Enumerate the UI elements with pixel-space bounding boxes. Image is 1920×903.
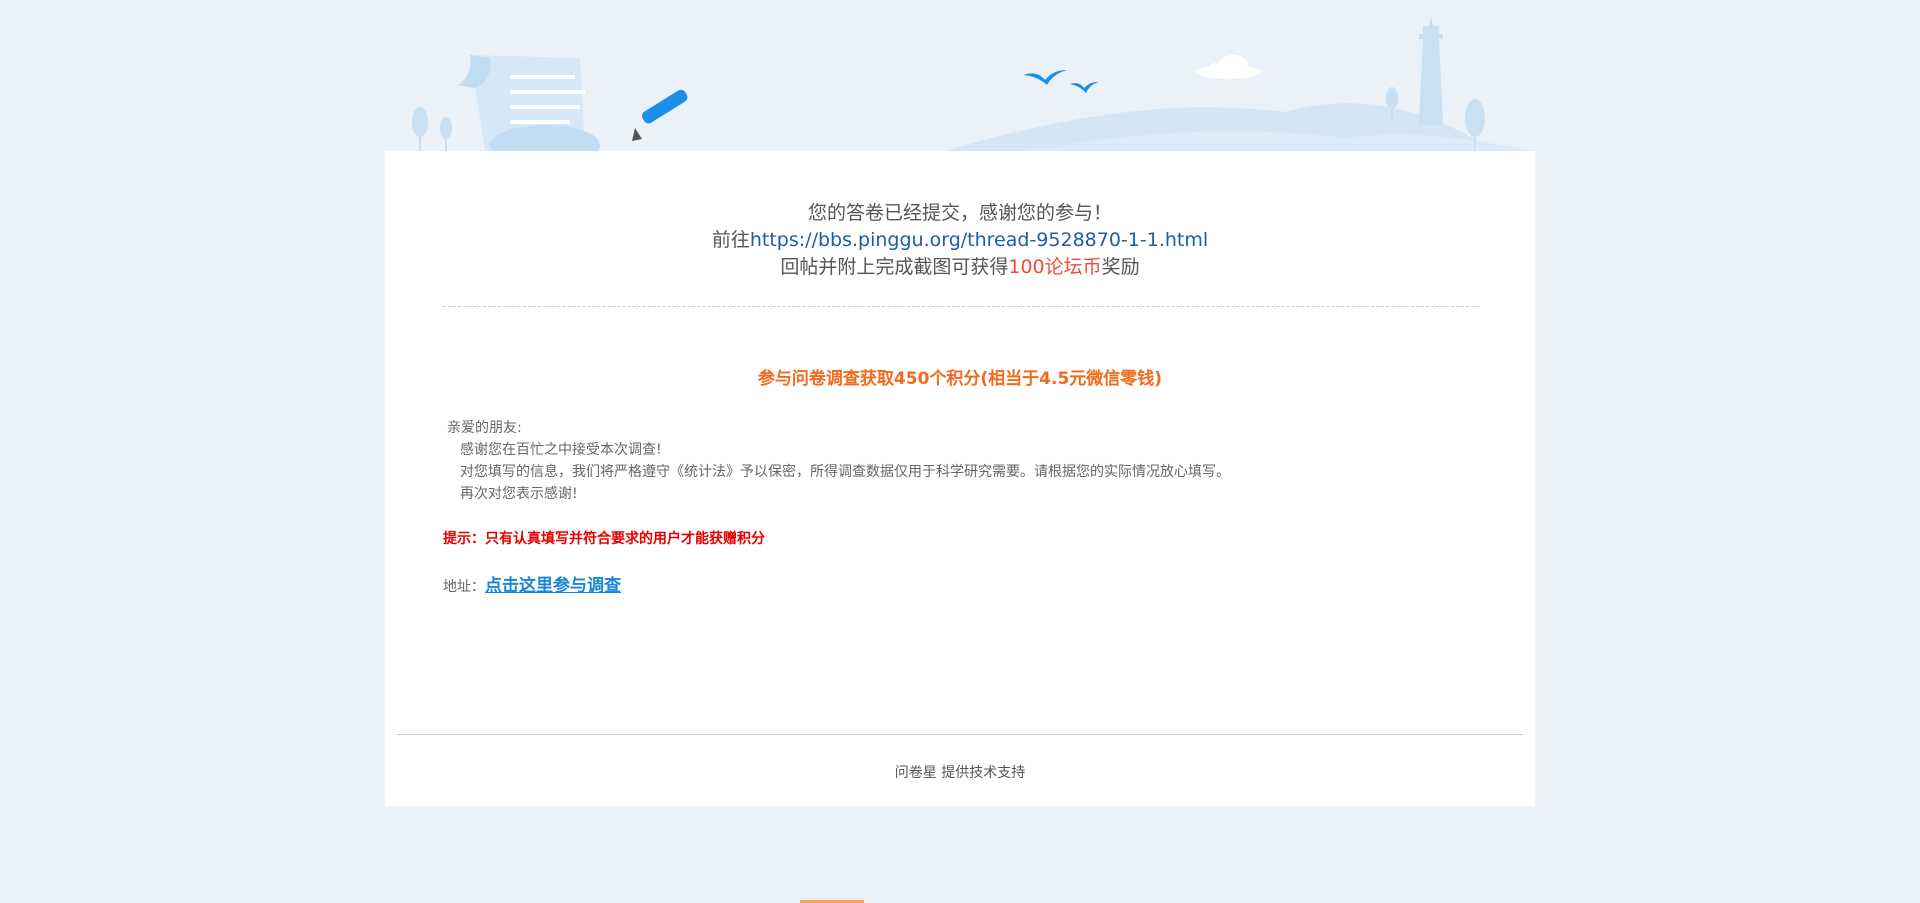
- reward-amount: 100论坛币: [1008, 256, 1102, 278]
- survey-link[interactable]: 点击这里参与调查: [485, 576, 621, 596]
- footer-divider: [397, 734, 1523, 735]
- hint-text: 提示：只有认真填写并符合要求的用户才能获赠积分: [443, 531, 765, 547]
- letter-line: 对您填写的信息，我们将严格遵守《统计法》予以保密，所得调查数据仅用于科学研究需要…: [460, 464, 1230, 480]
- address-row: 地址：点击这里参与调查: [443, 571, 621, 596]
- lighthouse-icon: [1419, 16, 1443, 125]
- result-card: 您的答卷已经提交，感谢您的参与！ 前往https://bbs.pinggu.or…: [385, 151, 1535, 806]
- letter-line: 感谢您在百忙之中接受本次调查!: [460, 442, 662, 458]
- document-icon: [457, 55, 600, 151]
- pen-icon: [632, 89, 688, 141]
- header-illustration: [412, 16, 1535, 151]
- reward-suffix: 奖励: [1101, 256, 1140, 278]
- address-label: 地址：: [443, 579, 485, 595]
- footer-text: 提供技术支持: [941, 765, 1026, 781]
- footer: 问卷星 提供技术支持: [385, 762, 1535, 782]
- reward-line: 回帖并附上完成截图可获得100论坛币奖励: [385, 254, 1535, 281]
- letter-line: 再次对您表示感谢!: [460, 486, 578, 502]
- invitation-letter: 亲爱的朋友: 感谢您在百忙之中接受本次调查! 对您填写的信息，我们将严格遵守《统…: [447, 417, 1447, 505]
- tree-icon: [412, 107, 452, 151]
- forum-thread-link[interactable]: https://bbs.pinggu.org/thread-9528870-1-…: [750, 229, 1208, 251]
- footer-brand: 问卷星: [894, 765, 937, 781]
- cloud-icon: [1195, 55, 1261, 79]
- submission-message: 您的答卷已经提交，感谢您的参与！ 前往https://bbs.pinggu.or…: [385, 200, 1535, 281]
- bird-icon: [1023, 70, 1099, 93]
- thank-you-text: 您的答卷已经提交，感谢您的参与！: [807, 202, 1112, 224]
- link-prefix: 前往: [711, 229, 750, 251]
- letter-greeting: 亲爱的朋友:: [447, 420, 522, 436]
- reward-prefix: 回帖并附上完成截图可获得: [780, 256, 1009, 278]
- survey-title: 参与问卷调查获取450个积分(相当于4.5元微信零钱): [757, 369, 1163, 389]
- dashed-divider: [443, 306, 1479, 307]
- forum-link-line: 前往https://bbs.pinggu.org/thread-9528870-…: [385, 227, 1535, 254]
